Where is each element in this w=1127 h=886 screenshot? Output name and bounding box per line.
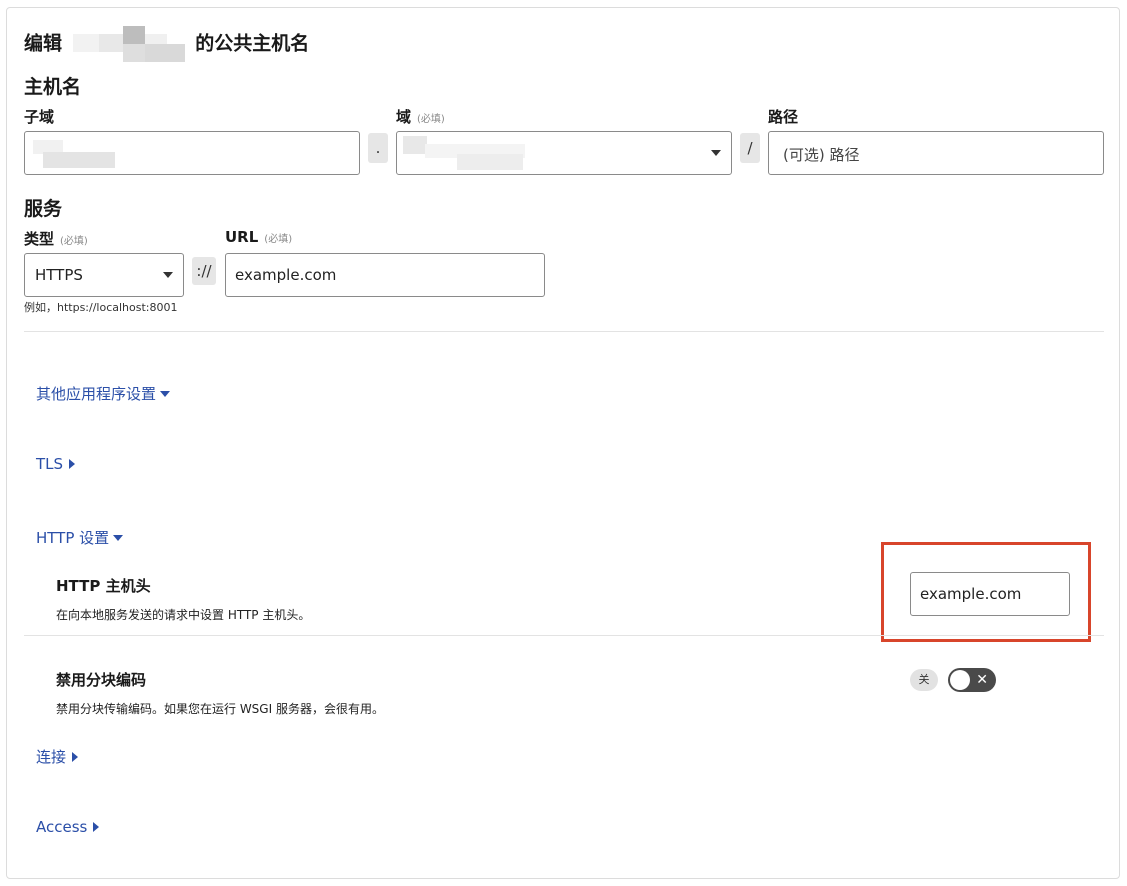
subdomain-input[interactable] (24, 131, 360, 175)
disable-chunked-title: 禁用分块编码 (56, 671, 147, 689)
page-title-suffix: 的公共主机名 (195, 32, 310, 55)
toggle-knob (950, 670, 970, 690)
redacted-domain-3 (457, 154, 523, 170)
other-app-settings-label: 其他应用程序设置 (36, 385, 157, 403)
http-host-header-input[interactable]: example.com (910, 572, 1070, 616)
divider (24, 635, 1104, 636)
redacted-domain (403, 136, 427, 154)
tls-label: TLS (36, 455, 64, 473)
http-host-header-value: example.com (920, 585, 1022, 603)
redacted-subdomain-2 (43, 152, 115, 168)
caret-right-icon (69, 458, 76, 469)
chevron-down-icon (711, 150, 721, 156)
url-required-tag: (必填) (264, 234, 293, 245)
close-icon: ✕ (976, 672, 988, 688)
chevron-down-icon (163, 272, 173, 278)
slash-separator: / (740, 133, 760, 163)
connection-toggle[interactable]: 连接 (36, 746, 79, 767)
access-toggle[interactable]: Access (36, 818, 100, 836)
page-title-prefix: 编辑 (24, 32, 63, 55)
url-label-wrap: URL (必填) (225, 228, 292, 246)
domain-label-wrap: 域 (必填) (396, 106, 445, 127)
service-type-select[interactable]: HTTPS (24, 253, 184, 297)
service-url-input[interactable]: example.com (225, 253, 545, 297)
path-placeholder: (可选) 路径 (783, 146, 860, 164)
service-hint: 例如，https://localhost:8001 (24, 301, 178, 314)
service-type-value: HTTPS (35, 266, 83, 284)
type-required-tag: (必填) (60, 236, 88, 247)
type-label-wrap: 类型 (必填) (24, 228, 88, 249)
toggle-state-label: 关 (910, 669, 938, 691)
http-host-header-title: HTTP 主机头 (56, 577, 151, 595)
caret-right-icon (93, 821, 100, 832)
tls-toggle[interactable]: TLS (36, 455, 76, 473)
http-settings-label: HTTP 设置 (36, 529, 110, 547)
domain-required-tag: (必填) (417, 114, 445, 125)
hostname-heading: 主机名 (24, 76, 82, 98)
domain-label: 域 (396, 108, 412, 126)
access-label: Access (36, 818, 88, 836)
subdomain-label: 子域 (24, 108, 55, 126)
domain-select[interactable] (396, 131, 732, 175)
path-input[interactable]: (可选) 路径 (768, 131, 1104, 175)
divider (24, 331, 1104, 332)
scheme-separator: :// (192, 257, 216, 285)
disable-chunked-desc: 禁用分块传输编码。如果您在运行 WSGI 服务器，会很有用。 (56, 702, 384, 716)
http-settings-toggle[interactable]: HTTP 设置 (36, 527, 124, 548)
url-label: URL (225, 228, 259, 246)
connection-label: 连接 (36, 748, 67, 766)
caret-down-icon (160, 390, 171, 397)
dot-separator: . (368, 133, 388, 163)
type-label: 类型 (24, 230, 55, 248)
caret-down-icon (113, 534, 124, 541)
path-label: 路径 (768, 108, 799, 126)
redacted-tunnel-name (72, 26, 185, 62)
disable-chunked-toggle[interactable]: ✕ (948, 668, 996, 692)
service-url-value: example.com (235, 266, 337, 284)
http-host-header-desc: 在向本地服务发送的请求中设置 HTTP 主机头。 (56, 608, 311, 622)
service-heading: 服务 (24, 198, 63, 220)
other-app-settings-toggle[interactable]: 其他应用程序设置 (36, 383, 171, 404)
caret-right-icon (72, 751, 79, 762)
page-title: 编辑 的公共主机名 (24, 26, 309, 62)
